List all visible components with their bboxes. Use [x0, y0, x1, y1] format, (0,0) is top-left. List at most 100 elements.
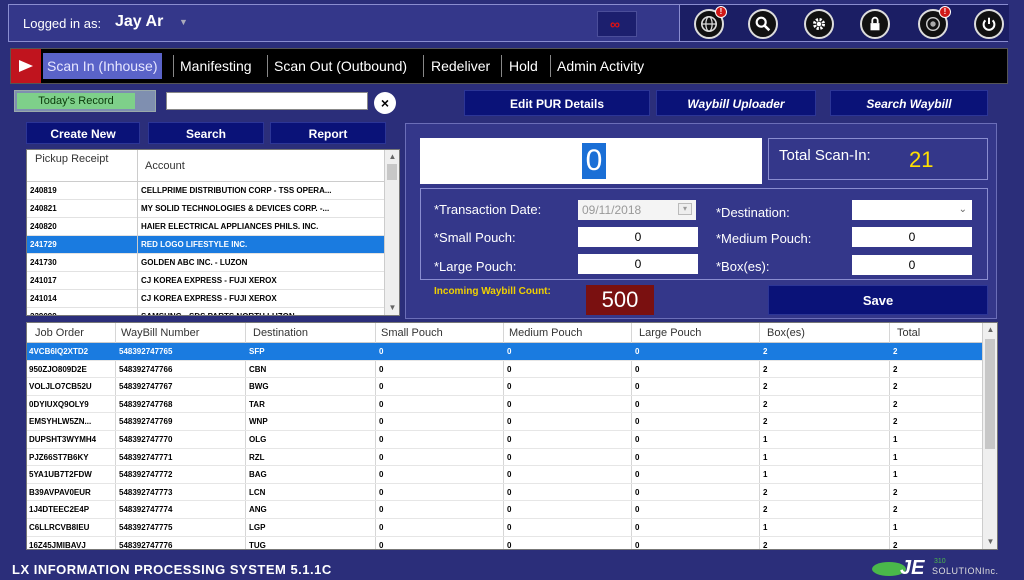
column-divider	[137, 200, 138, 218]
create-new-button[interactable]: Create New	[26, 122, 140, 144]
scroll-down-icon[interactable]: ▼	[385, 301, 399, 315]
search-input[interactable]	[166, 92, 368, 110]
search-icon	[755, 16, 771, 32]
save-button[interactable]: Save	[768, 285, 988, 315]
menu-redeliver[interactable]: Redeliver	[427, 53, 494, 79]
scroll-down-icon[interactable]: ▼	[983, 535, 997, 549]
table-row[interactable]: 16Z45JMIBAVJ 548392747776 TUG 0 0 0 2 2	[27, 537, 983, 550]
account-cell: CELLPRIME DISTRIBUTION CORP - TSS OPERA.…	[141, 186, 332, 195]
column-header-small-pouch[interactable]: Small Pouch	[381, 327, 443, 339]
pickup-row[interactable]: 241014 CJ KOREA EXPRESS - FUJI XEROX	[27, 290, 385, 308]
table-row[interactable]: 0DYIUXQ9OLY9 548392747768 TAR 0 0 0 2 2	[27, 396, 983, 414]
scroll-thumb[interactable]	[387, 164, 397, 180]
pickup-row[interactable]: 239099 SAMSUNG - SDS PARTS NORTH LUZON	[27, 308, 385, 315]
scan-count-value: 0	[582, 143, 606, 179]
network-button[interactable]: !	[918, 6, 951, 39]
job-order-cell: 5YA1UB7T2FDW	[29, 470, 92, 480]
menu-arrow-icon[interactable]	[11, 49, 41, 83]
column-header-medium-pouch[interactable]: Medium Pouch	[509, 327, 582, 339]
table-row[interactable]: EMSYHLW5ZN... 548392747769 WNP 0 0 0 2 2	[27, 413, 983, 431]
lock-button[interactable]	[860, 9, 890, 39]
column-header-total[interactable]: Total	[897, 327, 920, 339]
clear-search-button[interactable]: ×	[374, 92, 396, 114]
scan-count-field[interactable]: 0	[420, 138, 762, 184]
table-row[interactable]: C6LLRCVB8IEU 548392747775 LGP 0 0 0 1 1	[27, 519, 983, 537]
table-row[interactable]: VOLJLO7CB52U 548392747767 BWG 0 0 0 2 2	[27, 378, 983, 396]
pickup-receipt-list[interactable]: Pickup Receipt Account 240819 CELLPRIME D…	[26, 149, 400, 316]
large-pouch-cell: 0	[635, 435, 640, 444]
menu-hold[interactable]: Hold	[505, 53, 542, 79]
table-row[interactable]: 5YA1UB7T2FDW 548392747772 BAG 0 0 0 1 1	[27, 466, 983, 484]
pickup-row[interactable]: 240821 MY SOLID TECHNOLOGIES & DEVICES CO…	[27, 200, 385, 218]
menu-admin-activity[interactable]: Admin Activity	[553, 53, 648, 79]
waybill-number-cell: 548392747771	[119, 452, 173, 462]
boxes-field[interactable]: 0	[852, 255, 972, 275]
waybill-number-cell: 548392747767	[119, 382, 173, 392]
transaction-date-field[interactable]: 09/11/2018 ▾	[578, 200, 696, 220]
boxes-cell: 2	[763, 382, 768, 392]
destination-cell: WNP	[249, 417, 268, 427]
calendar-icon[interactable]: ▾	[678, 203, 692, 215]
scroll-up-icon[interactable]: ▲	[983, 323, 997, 337]
column-divider	[137, 182, 138, 200]
grid-scrollbar[interactable]: ▲ ▼	[982, 323, 997, 549]
account-cell: CJ KOREA EXPRESS - FUJI XEROX	[141, 294, 277, 303]
scroll-up-icon[interactable]: ▲	[385, 150, 399, 164]
pickup-row[interactable]: 240819 CELLPRIME DISTRIBUTION CORP - TSS …	[27, 182, 385, 200]
column-header-account[interactable]: Account	[145, 160, 185, 172]
menu-scan-in[interactable]: Scan In (Inhouse)	[43, 53, 162, 79]
edit-pur-details-button[interactable]: Edit PUR Details	[464, 90, 650, 116]
large-pouch-field[interactable]: 0	[578, 254, 698, 274]
report-button[interactable]: Report	[270, 122, 386, 144]
pickup-receipt-cell: 241017	[30, 276, 57, 285]
table-row[interactable]: PJZ66ST7B6KY 548392747771 RZL 0 0 0 1 1	[27, 449, 983, 467]
medium-pouch-cell: 0	[507, 435, 512, 444]
search-pickup-button[interactable]: Search	[148, 122, 264, 144]
medium-pouch-field[interactable]: 0	[852, 227, 972, 247]
waybill-uploader-button[interactable]: Waybill Uploader	[656, 90, 816, 116]
boxes-cell: 2	[763, 364, 768, 374]
table-row[interactable]: 950ZJO809D2E 548392747766 CBN 0 0 0 2 2	[27, 361, 983, 379]
destination-cell: TUG	[249, 540, 266, 550]
search-button[interactable]	[748, 9, 778, 39]
menu-scan-out[interactable]: Scan Out (Outbound)	[270, 53, 411, 79]
todays-record-toggle[interactable]: Today's Record	[14, 90, 156, 112]
column-header-pickup-receipt[interactable]: Pickup Receipt	[35, 153, 135, 166]
medium-pouch-cell: 0	[507, 399, 512, 409]
pickup-scrollbar[interactable]: ▲ ▼	[384, 150, 399, 315]
account-cell: CJ KOREA EXPRESS - FUJI XEROX	[141, 276, 277, 285]
pickup-row[interactable]: 241729 RED LOGO LIFESTYLE INC.	[27, 236, 385, 254]
user-dropdown-icon[interactable]: ▼	[179, 17, 188, 27]
table-row[interactable]: DUPSHT3WYMH4 548392747770 OLG 0 0 0 1 1	[27, 431, 983, 449]
table-row[interactable]: 4VCB6IQ2XTD2 548392747765 SFP 0 0 0 2 2	[27, 343, 983, 361]
large-pouch-cell: 0	[635, 417, 640, 427]
column-header-boxes[interactable]: Box(es)	[767, 327, 805, 339]
waybill-grid[interactable]: Job Order WayBill Number Destination Sma…	[26, 322, 998, 550]
small-pouch-cell: 0	[379, 487, 384, 497]
column-header-waybill-number[interactable]: WayBill Number	[121, 327, 199, 339]
globe-button[interactable]: !	[694, 6, 727, 39]
power-button[interactable]	[974, 9, 1004, 39]
column-header-destination[interactable]: Destination	[253, 327, 308, 339]
user-name[interactable]: Jay Ar	[115, 13, 163, 31]
menu-manifesting[interactable]: Manifesting	[176, 53, 256, 79]
notification-badge: !	[715, 6, 727, 18]
account-cell: MY SOLID TECHNOLOGIES & DEVICES CORP. -.…	[141, 204, 330, 213]
pickup-row[interactable]: 241017 CJ KOREA EXPRESS - FUJI XEROX	[27, 272, 385, 290]
column-header-job-order[interactable]: Job Order	[35, 327, 84, 339]
medium-pouch-cell: 0	[507, 452, 512, 462]
medium-pouch-cell: 0	[507, 487, 512, 497]
column-header-large-pouch[interactable]: Large Pouch	[639, 327, 701, 339]
boxes-cell: 1	[763, 452, 768, 462]
table-row[interactable]: B39AVPAV0EUR 548392747773 LCN 0 0 0 2 2	[27, 484, 983, 502]
settings-button[interactable]	[804, 9, 834, 39]
destination-select[interactable]: ⌄	[852, 200, 972, 220]
boxes-cell: 1	[763, 523, 768, 532]
scroll-thumb[interactable]	[985, 339, 995, 449]
search-waybill-button[interactable]: Search Waybill	[830, 90, 988, 116]
pickup-row[interactable]: 240820 HAIER ELECTRICAL APPLIANCES PHILS.…	[27, 218, 385, 236]
boxes-cell: 2	[763, 399, 768, 409]
pickup-row[interactable]: 241730 GOLDEN ABC INC. - LUZON	[27, 254, 385, 272]
table-row[interactable]: 1J4DTEEC2E4P 548392747774 ANG 0 0 0 2 2	[27, 501, 983, 519]
small-pouch-field[interactable]: 0	[578, 227, 698, 247]
